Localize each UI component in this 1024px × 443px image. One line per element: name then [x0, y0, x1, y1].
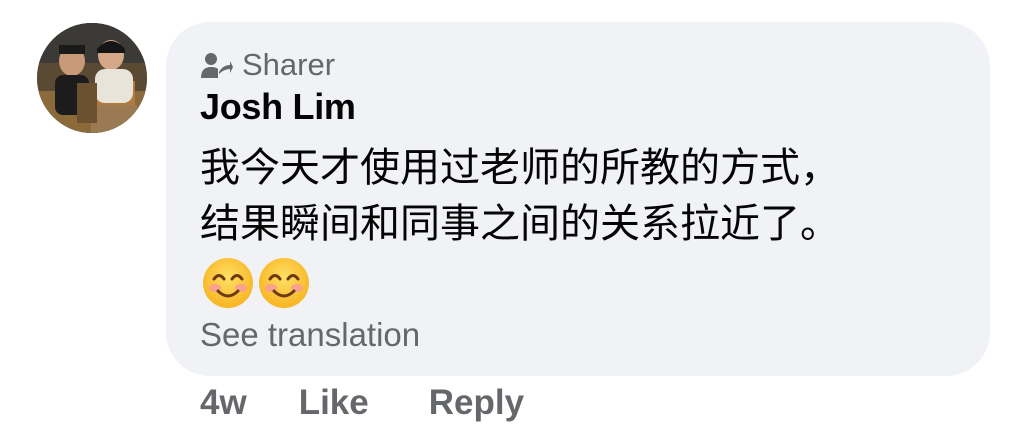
timestamp[interactable]: 4w: [200, 383, 247, 423]
avatar[interactable]: [37, 23, 147, 133]
like-button[interactable]: Like: [299, 383, 369, 423]
comment-text: 我今天才使用过老师的所教的方式， 结果瞬间和同事之间的关系拉近了。: [200, 140, 840, 252]
comment-text-line: 我今天才使用过老师的所教的方式，: [200, 145, 840, 191]
reply-button[interactable]: Reply: [429, 383, 524, 423]
see-translation-link[interactable]: See translation: [200, 316, 420, 354]
comment: Sharer Josh Lim 我今天才使用过老师的所教的方式， 结果瞬间和同事…: [0, 0, 1024, 443]
sharer-badge: Sharer: [199, 44, 335, 86]
emoji-row: [202, 257, 310, 309]
smiling-face-emoji-icon: [259, 258, 309, 308]
comment-text-line: 结果瞬间和同事之间的关系拉近了。: [200, 201, 840, 247]
avatar-photo: [37, 23, 147, 133]
badge-label: Sharer: [242, 47, 336, 82]
smiling-face-emoji-icon: [203, 258, 253, 308]
comment-actions: 4w Like Reply: [200, 383, 524, 423]
sharer-icon: [201, 53, 233, 78]
author-name[interactable]: Josh Lim: [200, 86, 356, 128]
